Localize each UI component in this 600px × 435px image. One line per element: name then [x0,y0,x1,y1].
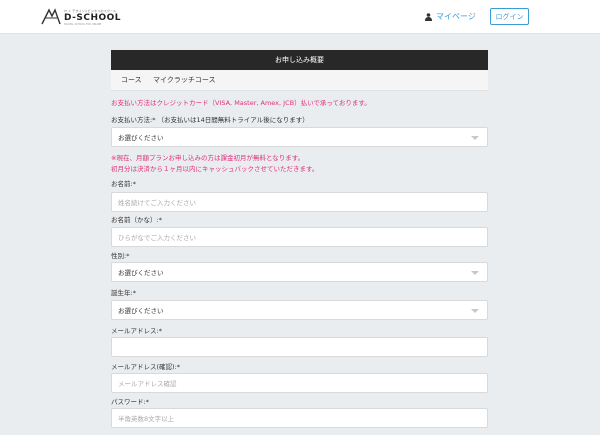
name-label: お名前:* [111,180,136,188]
email-input[interactable] [111,337,488,357]
course-key: コース [121,76,142,84]
site-header: IT × デザイン×ビジネスのスクール D-SCHOOL DIGITAL SCH… [0,0,600,34]
name-input[interactable]: 姓名続けてご入力ください [111,192,488,212]
summary-course-row: コース マイクラッチコース [111,70,488,91]
password-label: パスワード:* [111,398,149,406]
application-form: お申し込み概要 コース マイクラッチコース お支払い方法はクレジットカード（VI… [111,50,488,428]
gender-select[interactable]: お選びください [111,262,488,282]
gender-label: 性別:* [111,252,130,260]
logo-name: D-SCHOOL [64,12,122,23]
chevron-down-icon [471,136,479,140]
user-icon [425,12,432,21]
notice-line-2: 初月分は決済から１ヶ月以内にキャッシュバックさせていただきます。 [111,165,319,173]
kana-input[interactable]: ひらがなでご入力ください [111,227,488,247]
logo-icon [41,8,61,25]
course-value: マイクラッチコース [153,76,216,84]
logo[interactable]: IT × デザイン×ビジネスのスクール D-SCHOOL DIGITAL SCH… [40,8,121,26]
notice-line-1: ※現在、月額プランお申し込みの方は課金初月が無料となります。 [111,154,305,162]
birth-label: 誕生年:* [111,289,136,297]
summary-title: お申し込み概要 [111,50,488,70]
chevron-down-icon [471,271,479,275]
login-button[interactable]: ログイン [490,8,529,25]
kana-label: お名前（かな）:* [111,216,162,224]
email-confirm-input[interactable]: メールアドレス確認 [111,373,488,393]
payment-label: お支払い方法:* （お支払いは14日間無料トライアル後になります） [111,116,309,124]
birth-select[interactable]: お選びください [111,300,488,320]
logo-sub: DIGITAL SCHOOL FOR ONLINE [64,22,102,26]
payment-select[interactable]: お選びください [111,127,488,147]
email-label: メールアドレス:* [111,327,162,335]
mypage-label: マイページ [436,12,476,21]
chevron-down-icon [471,309,479,313]
password-input[interactable]: 半角英数8文字以上 [111,408,488,428]
email-confirm-label: メールアドレス(確認):* [111,363,181,371]
payment-note: お支払い方法はクレジットカード（VISA, Master, Amex, JCB）… [111,99,371,107]
mypage-link[interactable]: マイページ [425,11,476,22]
